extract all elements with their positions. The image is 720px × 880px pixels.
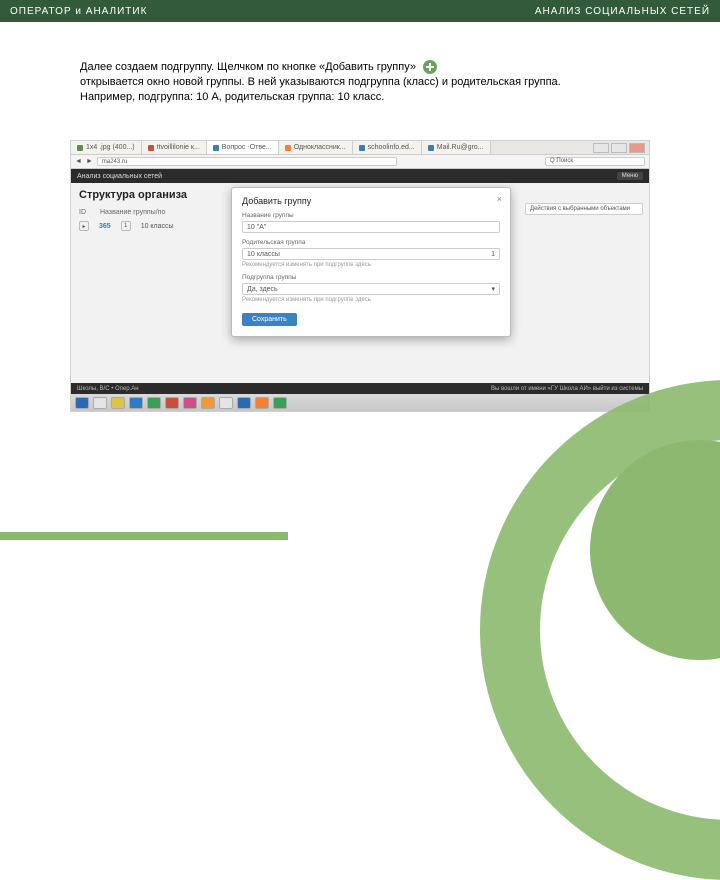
app-title: Анализ социальных сетей xyxy=(77,173,162,180)
footer-right: Вы вошли от имени «ГУ Школа АИ» выйти из… xyxy=(491,386,643,392)
app-body: Структура организа ID Название группы/по… xyxy=(71,183,649,383)
taskbar-app-icon[interactable] xyxy=(147,397,161,409)
window-max-icon[interactable] xyxy=(611,143,627,153)
header-left: ОПЕРАТОР и АНАЛИТИК xyxy=(10,6,147,17)
taskbar-app-icon[interactable] xyxy=(255,397,269,409)
favicon xyxy=(213,145,219,151)
input-group-name[interactable]: 10 "А" xyxy=(242,221,500,233)
taskbar-app-icon[interactable] xyxy=(201,397,215,409)
favicon xyxy=(285,145,291,151)
os-taskbar xyxy=(71,394,649,411)
instruction-text: Далее создаем подгруппу. Щелчком по кноп… xyxy=(80,60,660,105)
window-controls xyxy=(593,143,649,153)
value-group-name: 10 "А" xyxy=(247,224,266,231)
count-badge: 1 xyxy=(121,221,131,231)
taskbar-app-icon[interactable] xyxy=(273,397,287,409)
col-id: ID xyxy=(79,209,86,216)
value-subgroup: Да, здесь xyxy=(247,286,278,293)
browser-tab[interactable]: schoolinfo.ed... xyxy=(353,141,422,154)
decor-band xyxy=(0,532,288,540)
value-parent-group: 10 классы xyxy=(247,251,280,258)
counter-badge: 1 xyxy=(491,251,495,258)
url-text: ma243.ru xyxy=(102,159,127,165)
favicon xyxy=(77,145,83,151)
label-subgroup: Подгруппа группы xyxy=(242,274,500,281)
taskbar-app-icon[interactable] xyxy=(165,397,179,409)
text-line-3: Например, подгруппа: 10 А, родительская … xyxy=(80,91,384,103)
select-subgroup[interactable]: Да, здесь ▾ xyxy=(242,283,500,295)
favicon xyxy=(359,145,365,151)
taskbar-app-icon[interactable] xyxy=(111,397,125,409)
window-min-icon[interactable] xyxy=(593,143,609,153)
app-footer: Школы, В/С • Опер.Ан Вы вошли от имени «… xyxy=(71,383,649,394)
taskbar-app-icon[interactable] xyxy=(129,397,143,409)
app-top-bar: Анализ социальных сетей Меню xyxy=(71,169,649,183)
favicon xyxy=(428,145,434,151)
taskbar-app-icon[interactable] xyxy=(93,397,107,409)
tab-label: Mail.Ru@gro... xyxy=(437,144,484,151)
actions-button[interactable]: Действия с выбранными объектами xyxy=(525,203,643,215)
close-icon[interactable]: × xyxy=(497,194,502,204)
actions-panel: Действия с выбранными объектами xyxy=(519,183,649,383)
menu-button[interactable]: Меню xyxy=(617,172,643,180)
browser-address-bar: ◄ ► ma243.ru Q Поиск xyxy=(71,155,649,169)
tab-label: Вопрос -Отве... xyxy=(222,144,272,151)
modal-title: Добавить группу xyxy=(242,196,500,206)
text-line-1: Далее создаем подгруппу. Щелчком по кноп… xyxy=(80,61,416,73)
slide-header: ОПЕРАТОР и АНАЛИТИК АНАЛИЗ СОЦИАЛЬНЫХ СЕ… xyxy=(0,0,720,22)
tab-label: ttvoillilonie к... xyxy=(157,144,200,151)
window-close-icon[interactable] xyxy=(629,143,645,153)
select-parent-group[interactable]: 10 классы 1 xyxy=(242,248,500,260)
chevron-down-icon: ▾ xyxy=(491,285,495,293)
screenshot-container: 1x4 .jpg (400...) ttvoillilonie к... Вопро… xyxy=(70,140,650,412)
save-button[interactable]: Сохранить xyxy=(242,313,297,326)
tab-label: 1x4 .jpg (400...) xyxy=(86,144,135,151)
browser-tab[interactable]: Одноклассник... xyxy=(279,141,353,154)
nav-fwd-icon[interactable]: ► xyxy=(86,158,93,165)
search-text: Q Поиск xyxy=(550,158,573,164)
row-name: 10 классы xyxy=(141,223,174,230)
tab-label: schoolinfo.ed... xyxy=(368,144,415,151)
browser-tab[interactable]: Mail.Ru@gro... xyxy=(422,141,491,154)
taskbar-app-icon[interactable] xyxy=(219,397,233,409)
header-right: АНАЛИЗ СОЦИАЛЬНЫХ СЕТЕЙ xyxy=(535,6,710,17)
tab-label: Одноклассник... xyxy=(294,144,346,151)
url-input[interactable]: ma243.ru xyxy=(97,157,397,166)
taskbar-app-icon[interactable] xyxy=(183,397,197,409)
expand-icon[interactable]: ▸ xyxy=(79,221,89,231)
row-id: 365 xyxy=(99,223,111,230)
col-name: Название группы/по xyxy=(100,209,165,216)
label-parent-group: Родительская группа xyxy=(242,239,500,246)
taskbar-app-icon[interactable] xyxy=(237,397,251,409)
footer-left: Школы, В/С • Опер.Ан xyxy=(77,386,139,392)
browser-tab[interactable]: ttvoillilonie к... xyxy=(142,141,207,154)
nav-back-icon[interactable]: ◄ xyxy=(75,158,82,165)
add-group-modal: Добавить группу × Название группы 10 "А"… xyxy=(231,187,511,337)
browser-search-input[interactable]: Q Поиск xyxy=(545,157,645,166)
label-group-name: Название группы xyxy=(242,212,500,219)
browser-tab[interactable]: Вопрос -Отве... xyxy=(207,141,279,154)
taskbar-app-icon[interactable] xyxy=(75,397,89,409)
favicon xyxy=(148,145,154,151)
subgroup-hint: Рекомендуется изменять при подгруппе зде… xyxy=(242,297,500,303)
browser-tab-strip: 1x4 .jpg (400...) ttvoillilonie к... Вопро… xyxy=(71,141,649,155)
plus-icon xyxy=(423,60,437,74)
browser-tab[interactable]: 1x4 .jpg (400...) xyxy=(71,141,142,154)
text-line-2: открывается окно новой группы. В ней ука… xyxy=(80,76,561,88)
parent-hint: Рекомендуется изменять при подгруппе зде… xyxy=(242,262,500,268)
